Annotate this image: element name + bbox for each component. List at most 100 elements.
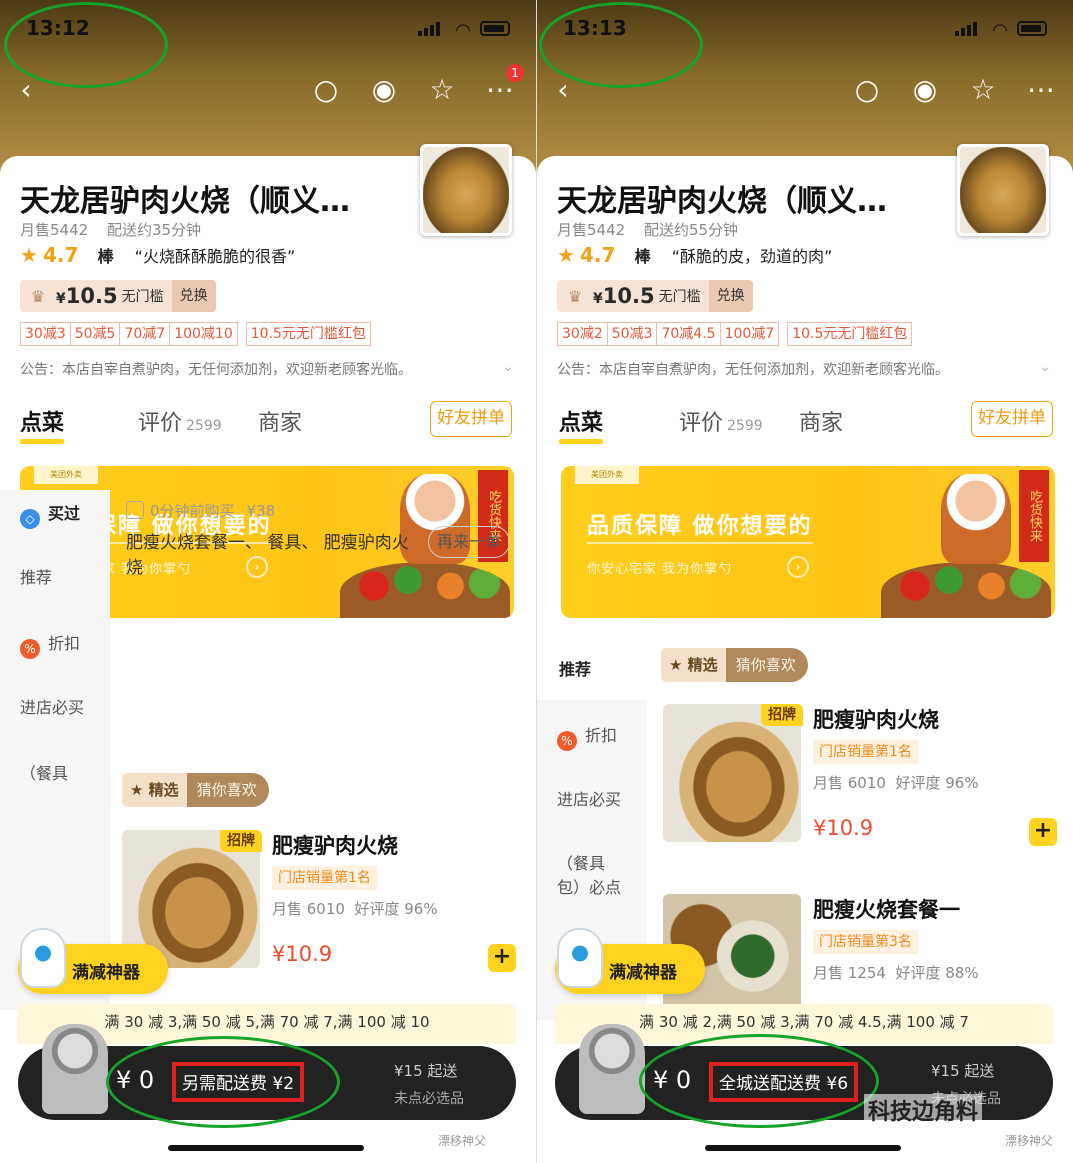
- robot-icon: [20, 928, 66, 988]
- monthly-sales: 月售5442: [20, 221, 89, 239]
- banner-divider: [587, 542, 813, 544]
- min-order: ¥15 起送: [394, 1062, 458, 1080]
- promo-banner[interactable]: 美团外卖 品质保障 做你想要的 你安心宅家 我为你掌勺 › 吃货快来: [561, 466, 1055, 618]
- crown-icon: ♛: [30, 286, 46, 306]
- guess-you-like-tab[interactable]: ★ 精选 猜你喜欢: [122, 773, 269, 807]
- sales-rank: 门店销量第1名: [272, 866, 377, 890]
- discount-helper-button[interactable]: 满减神器: [555, 928, 705, 994]
- discount-tag: 50减5: [70, 322, 121, 346]
- wifi-icon: ◠: [456, 20, 470, 41]
- chevron-down-icon[interactable]: ⌄: [1039, 359, 1051, 375]
- shop-notice: 公告：本店自宰自煮驴肉，无任何添加剂，欢迎新老顾客光临。: [20, 362, 412, 378]
- guess-label: 猜你喜欢: [725, 648, 808, 682]
- add-to-cart-button[interactable]: +: [1029, 818, 1057, 846]
- tab-merchant[interactable]: 商家: [258, 405, 302, 437]
- rating-value: 4.7: [580, 243, 616, 267]
- shop-notice: 公告：本店自宰自煮驴肉，无任何添加剂，欢迎新老顾客光临。: [557, 362, 949, 378]
- robot-icon: [557, 928, 603, 988]
- monthly-sales: 月售5442: [557, 221, 626, 239]
- review-count: 2599: [186, 418, 222, 434]
- top-nav: ‹ ○ ◉ ☆ ⋯: [537, 72, 1073, 112]
- shop-tabs: 点菜 评价 2599 商家 好友拼单: [0, 401, 536, 447]
- sidebar-item-recommend[interactable]: 推荐: [559, 656, 591, 680]
- bought-price: ¥38: [246, 502, 276, 520]
- tab-order[interactable]: 点菜: [20, 405, 64, 437]
- sidebar-item-discount[interactable]: % 折扣: [20, 630, 80, 659]
- review-count: 2599: [727, 418, 763, 434]
- pick-label-text: 精选: [687, 656, 718, 674]
- discount-helper-label: 满减神器: [609, 963, 677, 983]
- battery-icon: [480, 21, 510, 36]
- pick-label-text: 精选: [148, 781, 179, 799]
- sidebar-item-label: 买过: [48, 504, 81, 523]
- dish-name: 肥瘦火烧套餐一: [813, 898, 960, 922]
- shop-thumbnail[interactable]: [957, 144, 1049, 236]
- dish-praise: 好评度 96%: [354, 900, 438, 918]
- discount-tag: 30减2: [557, 322, 608, 346]
- coupon[interactable]: ♛ ¥10.5 无门槛 兑换: [557, 280, 753, 312]
- dish-sold: 月售 6010: [813, 774, 886, 792]
- favorite-star-icon[interactable]: ☆: [965, 72, 1001, 108]
- rating-row[interactable]: ★ 4.7 棒 “火烧酥酥脆脆的很香”: [20, 243, 295, 267]
- sidebar-item-bought[interactable]: ◇ 买过: [20, 500, 80, 529]
- star-icon: ★: [557, 243, 575, 267]
- rating-row[interactable]: ★ 4.7 棒 “酥脆的皮，劲道的肉”: [557, 243, 832, 267]
- chevron-down-icon[interactable]: ⌄: [502, 359, 514, 375]
- shop-thumbnail[interactable]: [420, 144, 512, 236]
- dish-stats: 月售 6010 好评度 96%: [272, 898, 438, 919]
- watermark: 漂移神父: [1005, 1134, 1054, 1148]
- discount-icon: %: [20, 639, 40, 659]
- sidebar-item-tableware[interactable]: （餐具: [20, 760, 68, 784]
- dish-item[interactable]: 肥瘦火烧套餐一 门店销量第3名 月售 1254 好评度 88%: [663, 894, 1063, 1032]
- customer-service-icon[interactable]: ◉: [366, 72, 402, 108]
- coupon-exchange-button[interactable]: 兑换: [708, 280, 753, 312]
- discount-tags: 30减2 50减3 70减4.5 100减7 10.5元无门槛红包: [557, 322, 913, 346]
- tab-reviews[interactable]: 评价 2599: [138, 405, 222, 437]
- dish-name: 肥瘦驴肉火烧: [813, 708, 939, 732]
- active-tab-indicator: [559, 439, 603, 444]
- comparison-screenshot: 13:12 ◠ ‹ ○ ◉ ☆ ⋯ 1 天龙居驴肉火烧（顺义… 月售5442 配…: [0, 0, 1073, 1163]
- crown-icon: ♛: [567, 286, 583, 306]
- shop-name: 天龙居驴肉火烧（顺义…: [557, 184, 887, 219]
- dish-item[interactable]: 招牌 肥瘦驴肉火烧 门店销量第1名 月售 6010 好评度 96% ¥10.9 …: [122, 830, 522, 972]
- tab-merchant[interactable]: 商家: [799, 405, 843, 437]
- favorite-star-icon[interactable]: ☆: [424, 72, 460, 108]
- delivery-time: 配送约35分钟: [106, 221, 202, 239]
- sidebar-item-must-buy[interactable]: 进店必买: [20, 694, 84, 718]
- sidebar-item-recommend[interactable]: 推荐: [20, 564, 52, 588]
- coupon-exchange-button[interactable]: 兑换: [171, 280, 216, 312]
- back-icon[interactable]: ‹: [8, 72, 44, 108]
- customer-service-icon[interactable]: ◉: [907, 72, 943, 108]
- coupon[interactable]: ♛ ¥10.5 无门槛 兑换: [20, 280, 216, 312]
- must-pick-hint: 未点必选品: [394, 1091, 464, 1107]
- dish-price: ¥10.9: [272, 942, 333, 966]
- add-to-cart-button[interactable]: +: [488, 944, 516, 972]
- coupon-amount-value: 10.5: [602, 284, 655, 308]
- tab-reviews[interactable]: 评价 2599: [679, 405, 763, 437]
- coupon-amount: ¥10.5: [56, 284, 118, 308]
- group-order-button[interactable]: 好友拼单: [430, 401, 512, 437]
- home-indicator: [168, 1145, 364, 1151]
- tab-order[interactable]: 点菜: [559, 405, 603, 437]
- search-icon[interactable]: ○: [849, 72, 885, 108]
- reorder-button[interactable]: 再来一单: [428, 526, 511, 558]
- back-icon[interactable]: ‹: [545, 72, 581, 108]
- delivery-mascot-icon: [579, 1024, 645, 1114]
- discount-helper-button[interactable]: 满减神器: [18, 928, 168, 994]
- search-icon[interactable]: ○: [308, 72, 344, 108]
- coupon-amount-value: 10.5: [65, 284, 118, 308]
- tab-reviews-label: 评价: [138, 411, 183, 436]
- guess-you-like-tab[interactable]: ★ 精选 猜你喜欢: [661, 648, 808, 682]
- dish-item[interactable]: 招牌 肥瘦驴肉火烧 门店销量第1名 月售 6010 好评度 96% ¥10.9 …: [663, 704, 1063, 846]
- more-icon[interactable]: ⋯: [1023, 72, 1059, 108]
- tab-reviews-label: 评价: [679, 411, 724, 436]
- group-order-button[interactable]: 好友拼单: [971, 401, 1053, 437]
- shop-meta: 月售5442 配送约35分钟: [20, 219, 215, 240]
- vegetable-basket-image: [881, 562, 1051, 618]
- pick-label: ★ 精选: [122, 773, 187, 807]
- sidebar-item-must-buy[interactable]: 进店必买: [557, 786, 621, 810]
- sidebar-item-tableware[interactable]: （餐具包）必点: [557, 852, 627, 900]
- sidebar-item-discount[interactable]: % 折扣: [557, 722, 617, 751]
- phone-screen-left: 13:12 ◠ ‹ ○ ◉ ☆ ⋯ 1 天龙居驴肉火烧（顺义… 月售5442 配…: [0, 0, 536, 1163]
- discount-tag: 70减4.5: [657, 322, 721, 346]
